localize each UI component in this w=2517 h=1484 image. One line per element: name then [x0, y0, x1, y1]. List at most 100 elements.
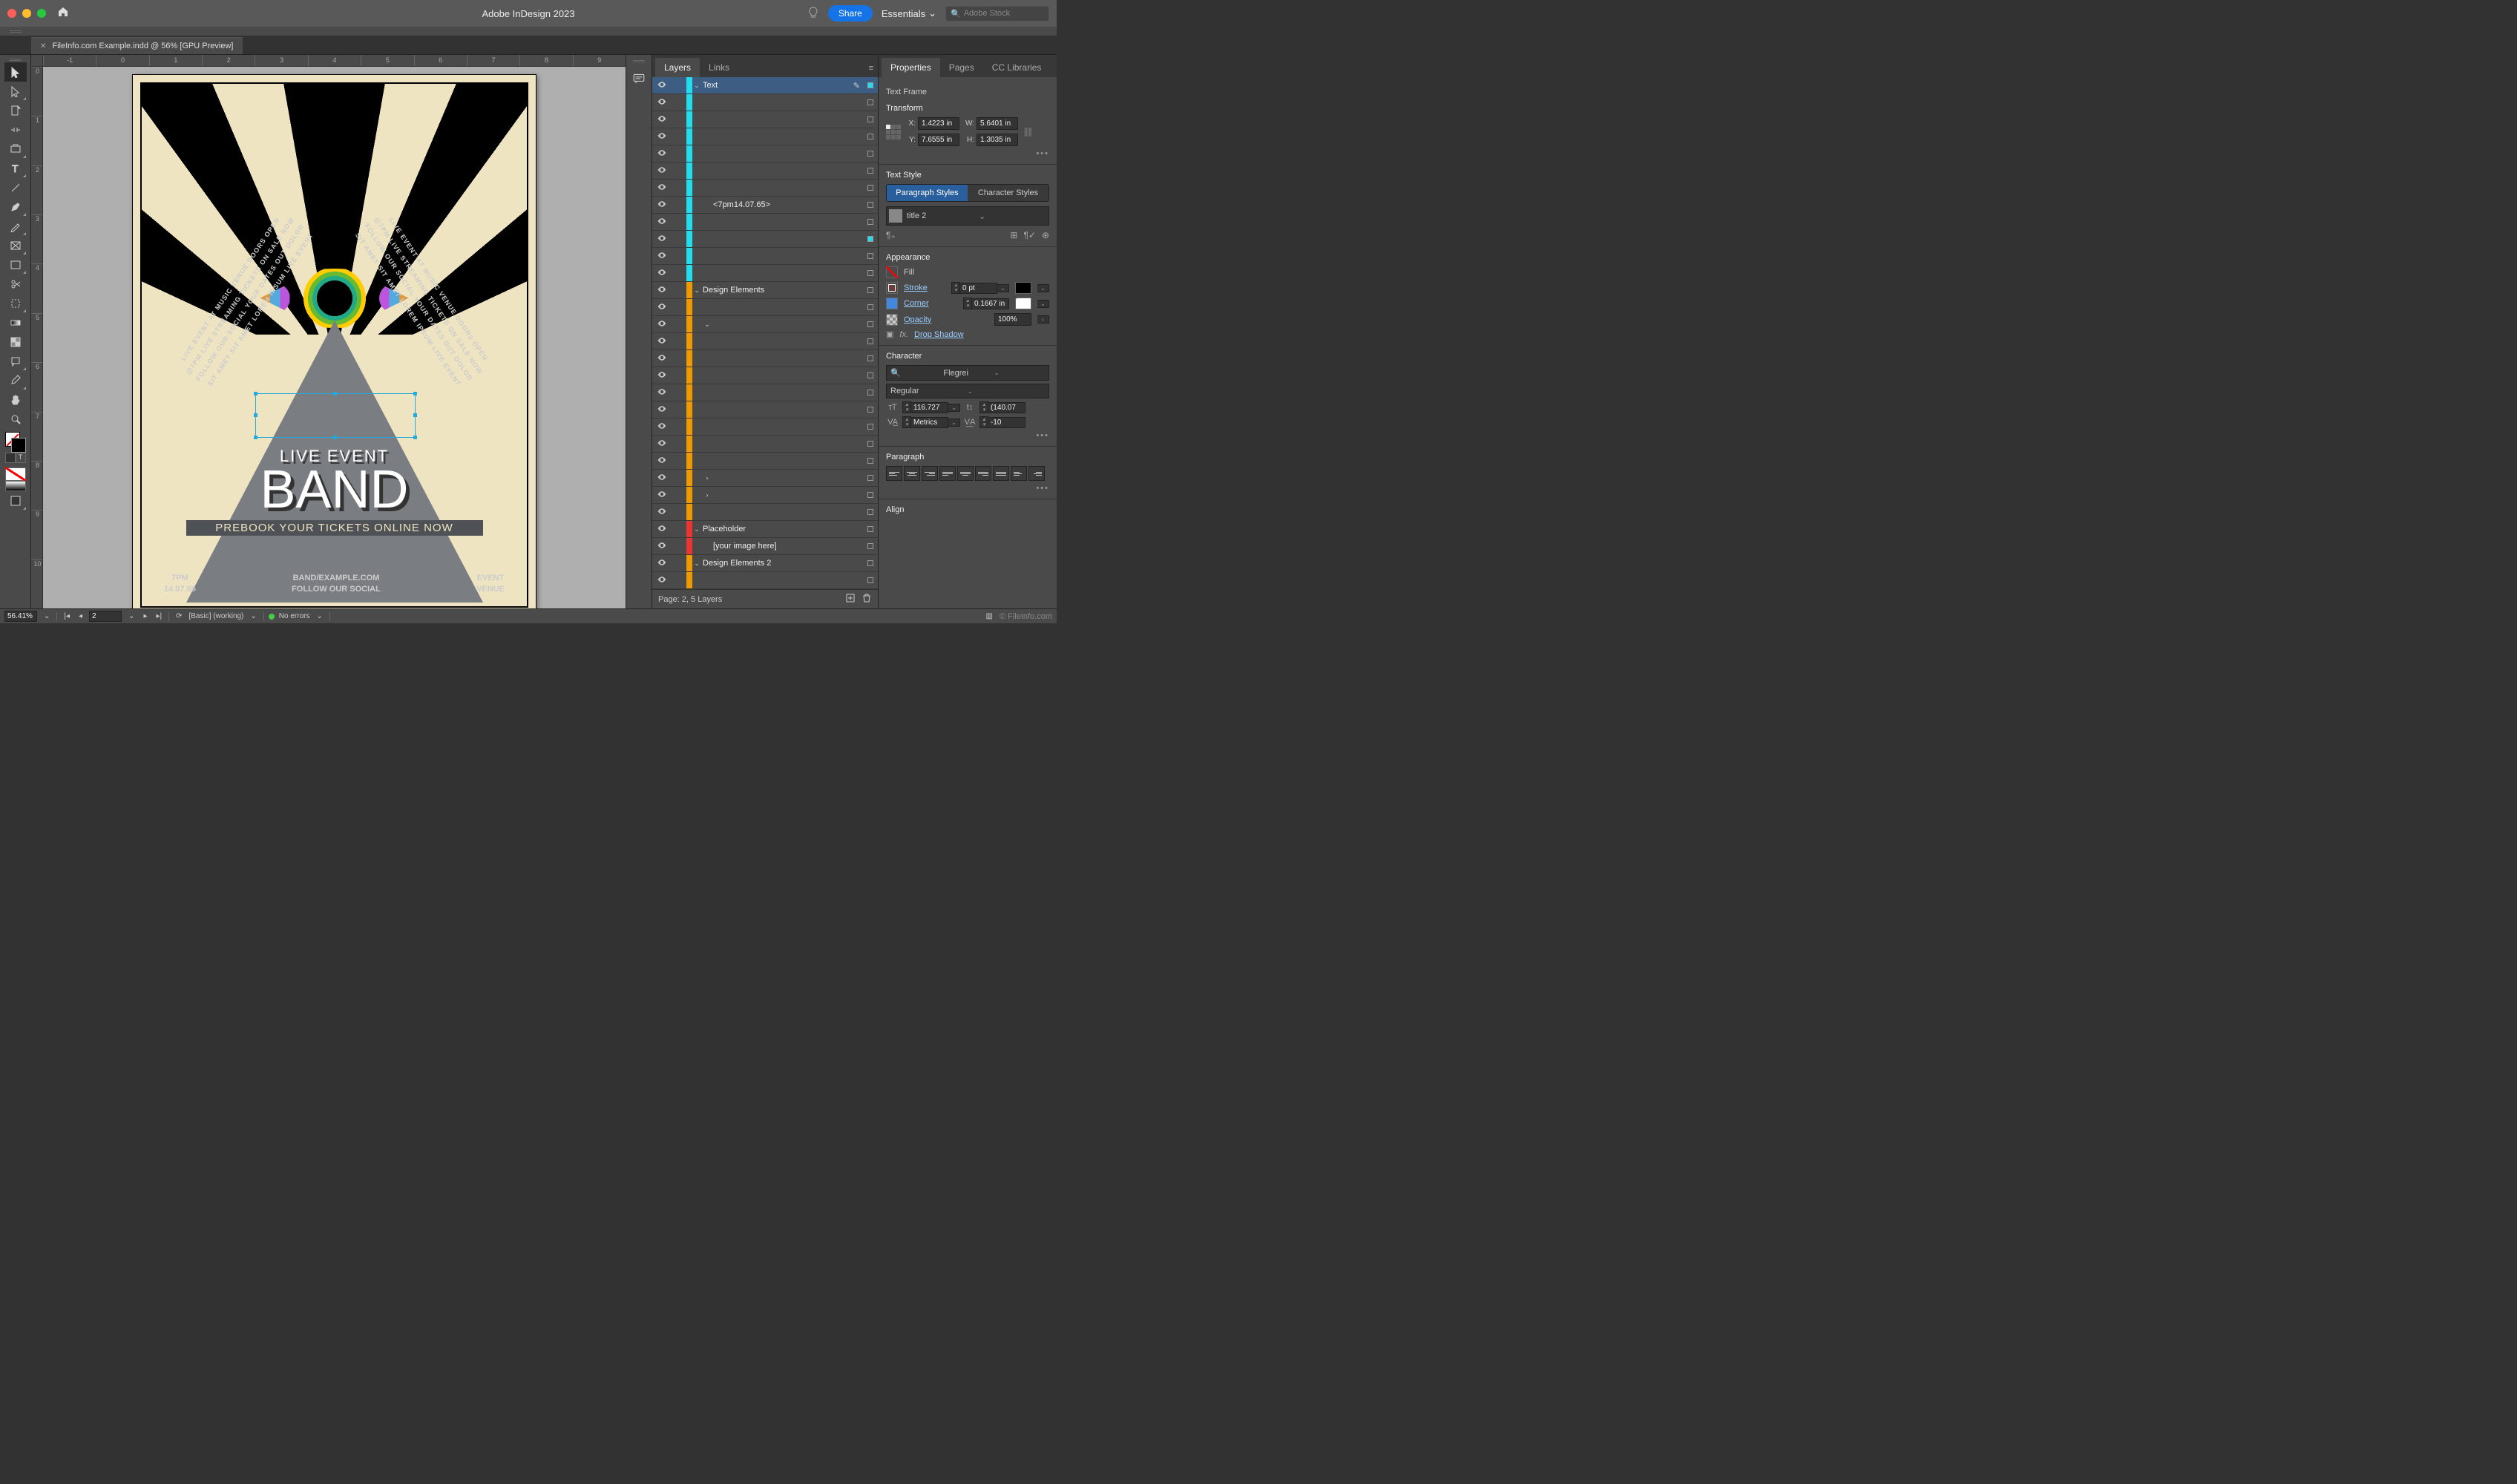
visibility-toggle[interactable] [652, 353, 672, 364]
view-mode-button[interactable] [4, 491, 27, 510]
minimize-window-button[interactable] [22, 9, 31, 18]
zoom-input[interactable] [4, 611, 37, 622]
font-size-input[interactable]: ▴▾⌄ [902, 401, 960, 413]
align-left-button[interactable] [886, 466, 902, 481]
stroke-link[interactable]: Stroke [904, 283, 928, 292]
panel-menu-icon[interactable]: ≡ [864, 59, 878, 77]
justify-center-button[interactable] [957, 466, 974, 481]
adobe-stock-search[interactable]: 🔍 Adobe Stock [945, 6, 1049, 22]
clear-overrides-icon[interactable]: ¶₊ [886, 230, 896, 240]
page-input[interactable] [89, 611, 122, 622]
font-family-select[interactable]: 🔍 Flegrei⌄ [886, 365, 1049, 381]
document-tab[interactable]: ✕ FileInfo.com Example.indd @ 56% [GPU P… [31, 37, 243, 54]
page-tool[interactable] [4, 101, 27, 120]
selection-indicator[interactable] [863, 82, 878, 88]
selection-indicator[interactable] [863, 543, 878, 549]
layer-row[interactable] [652, 231, 878, 248]
layer-row[interactable]: [your image here] [652, 538, 878, 555]
selection-handles[interactable] [255, 393, 416, 438]
visibility-toggle[interactable] [652, 200, 672, 211]
ruler-horizontal[interactable]: -10123456789 [43, 55, 626, 67]
align-right-button[interactable] [922, 466, 938, 481]
visibility-toggle[interactable] [652, 507, 672, 518]
selection-indicator[interactable] [863, 509, 878, 515]
visibility-toggle[interactable] [652, 285, 672, 296]
layer-row[interactable] [652, 401, 878, 418]
more-options-icon[interactable]: ••• [886, 149, 1049, 158]
opacity-link[interactable]: Opacity [904, 315, 931, 324]
selection-indicator[interactable] [863, 236, 878, 242]
visibility-toggle[interactable] [652, 524, 672, 535]
kerning-input[interactable]: ▴▾⌄ [902, 416, 960, 428]
layer-row[interactable]: › [652, 487, 878, 504]
paragraph-styles-button[interactable]: Paragraph Styles [887, 185, 968, 201]
visibility-toggle[interactable] [652, 558, 672, 569]
visibility-toggle[interactable] [652, 80, 672, 91]
leading-input[interactable]: ▴▾ [979, 401, 1025, 413]
opacity-dropdown[interactable]: › [1037, 315, 1049, 324]
close-window-button[interactable] [7, 9, 16, 18]
y-input[interactable] [918, 134, 959, 146]
rectangle-tool[interactable] [4, 255, 27, 275]
band-text[interactable]: BAND [186, 466, 483, 514]
document-page[interactable]: LIVE EVENT AT MUSIC VENUE DOORS OPEN @7P… [132, 74, 536, 608]
visibility-toggle[interactable] [652, 575, 672, 586]
selection-indicator[interactable] [863, 134, 878, 139]
gradient-feather-tool[interactable] [4, 332, 27, 352]
container-text-toggle[interactable]: T [5, 453, 26, 463]
preflight-menu-icon[interactable]: ⟳ [174, 612, 184, 620]
apply-color-buttons[interactable] [5, 467, 26, 481]
character-styles-button[interactable]: Character Styles [968, 185, 1049, 201]
selection-indicator[interactable] [863, 202, 878, 208]
align-toward-spine-button[interactable] [1011, 466, 1027, 481]
selection-indicator[interactable] [863, 424, 878, 430]
preflight-errors-label[interactable]: No errors [279, 612, 310, 620]
selection-indicator[interactable] [863, 577, 878, 583]
justify-all-button[interactable] [993, 466, 1009, 481]
style-selector[interactable]: title 2⌄ [886, 206, 1049, 226]
layer-row[interactable] [652, 162, 878, 180]
zoom-tool[interactable] [4, 410, 27, 429]
opacity-input[interactable] [994, 313, 1031, 326]
type-tool[interactable]: T [4, 159, 27, 178]
disclosure-icon[interactable]: ⌄ [692, 525, 701, 533]
visibility-toggle[interactable] [652, 114, 672, 125]
layer-row[interactable]: ⌄Placeholder [652, 521, 878, 538]
selection-indicator[interactable] [863, 458, 878, 464]
new-layer-icon[interactable] [845, 593, 856, 605]
preflight-profile-label[interactable]: [Basic] (working) [188, 612, 243, 620]
direct-selection-tool[interactable] [4, 82, 27, 101]
selection-indicator[interactable] [863, 441, 878, 447]
last-page-button[interactable]: ▸| [154, 612, 164, 620]
visibility-toggle[interactable] [652, 370, 672, 381]
create-style-icon[interactable]: ⊕ [1042, 230, 1049, 240]
more-character-icon[interactable]: ••• [886, 431, 1049, 440]
layer-row[interactable] [652, 350, 878, 367]
stroke-weight-input[interactable]: ▴▾⌄ [951, 282, 1009, 294]
visibility-toggle[interactable] [652, 183, 672, 194]
reference-point-grid[interactable] [886, 125, 901, 139]
layer-row[interactable] [652, 436, 878, 453]
layer-row[interactable]: ⌄Design Elements [652, 282, 878, 299]
stroke-style-dropdown[interactable]: ⌄ [1037, 284, 1049, 292]
pasteboard[interactable]: LIVE EVENT AT MUSIC VENUE DOORS OPEN @7P… [43, 67, 626, 608]
hand-tool[interactable] [4, 390, 27, 410]
apply-gradient-button[interactable] [5, 481, 26, 491]
links-tab[interactable]: Links [700, 58, 738, 77]
selection-indicator[interactable] [863, 475, 878, 481]
ruler-origin[interactable] [31, 55, 43, 67]
fill-stroke-swatch[interactable] [5, 432, 26, 453]
h-input[interactable] [977, 134, 1018, 146]
visibility-toggle[interactable] [652, 131, 672, 142]
disclosure-icon[interactable]: › [703, 474, 712, 482]
layer-row[interactable] [652, 265, 878, 282]
content-collector-tool[interactable] [4, 139, 27, 159]
line-tool[interactable] [4, 178, 27, 197]
selection-indicator[interactable] [863, 321, 878, 327]
ruler-vertical[interactable]: 012345678910 [31, 67, 43, 608]
layer-row[interactable] [652, 214, 878, 231]
visibility-toggle[interactable] [652, 302, 672, 313]
eyedropper-tool[interactable] [4, 371, 27, 390]
fx-target-icon[interactable]: ▣ [886, 329, 893, 339]
drop-shadow-link[interactable]: Drop Shadow [914, 330, 964, 339]
